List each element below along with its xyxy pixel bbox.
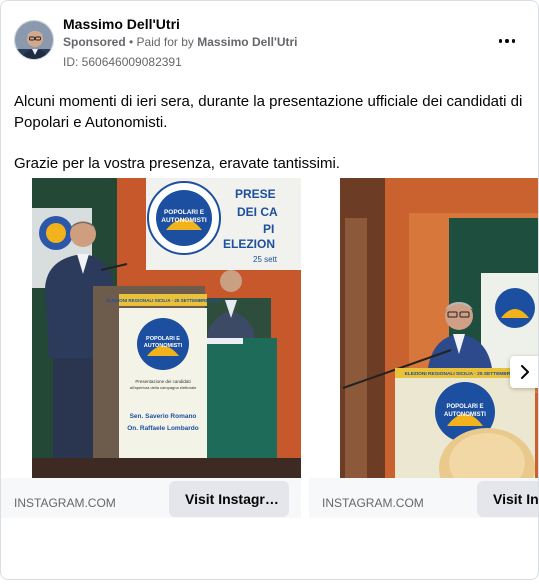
more-options-button[interactable] <box>493 29 521 53</box>
carousel-image-1[interactable]: POPOLARI E AUTONOMISTI PRESE DEI CA PI E… <box>1 178 301 478</box>
banner-logo-text: AUTONOMISTI <box>161 217 207 224</box>
podium-header-text: ELEZIONI REGIONALI SICILIA · 25 SETTEMBR… <box>106 298 220 303</box>
banner-text: PRESE <box>235 187 276 201</box>
carousel-card-2[interactable]: ELEZIONI REGIONALI SICILIA · 25 SETTEMBR… <box>309 178 538 518</box>
ad-post-card: Massimo Dell'Utri Sponsored • Paid for b… <box>0 0 539 580</box>
banner-text: PI <box>263 222 274 236</box>
podium-text: Sen. Saverio Romano <box>130 413 197 420</box>
banner-text: DEI CA <box>237 205 278 219</box>
banner-logo-text: POPOLARI E <box>164 209 205 216</box>
carousel-image-2[interactable]: ELEZIONI REGIONALI SICILIA · 25 SETTEMBR… <box>309 178 538 478</box>
carousel-next-button[interactable] <box>510 356 538 388</box>
visit-instagram-button-1[interactable]: Visit Instagr… <box>169 481 289 517</box>
podium-logo-text: AUTONOMISTI <box>144 343 183 349</box>
carousel-card-1[interactable]: POPOLARI E AUTONOMISTI PRESE DEI CA PI E… <box>1 178 301 518</box>
podium-text: all'apertura della campagna elettorale <box>130 385 197 390</box>
more-horizontal-icon <box>498 39 503 43</box>
podium-logo-text: AUTONOMISTI <box>444 412 486 418</box>
sponsored-label: Sponsored <box>63 35 126 49</box>
card-domain-2: INSTAGRAM.COM <box>322 496 424 510</box>
podium-header-text: ELEZIONI REGIONALI SICILIA · 25 SETTEMBR… <box>405 371 526 377</box>
meta-separator: • <box>125 35 137 49</box>
podium-text: Presentazione dei candidati <box>135 379 190 384</box>
banner-text: 25 sett <box>253 255 278 264</box>
banner-text: ELEZION <box>223 237 275 251</box>
event-photo-1: POPOLARI E AUTONOMISTI PRESE DEI CA PI E… <box>1 178 301 478</box>
ad-carousel: POPOLARI E AUTONOMISTI PRESE DEI CA PI E… <box>1 178 538 518</box>
sponsor-meta: Sponsored • Paid for by Massimo Dell'Utr… <box>63 35 297 49</box>
paid-for-prefix: Paid for by <box>136 35 194 49</box>
author-avatar[interactable] <box>14 20 54 60</box>
podium-logo-text: POPOLARI E <box>446 404 483 410</box>
post-body: Alcuni momenti di ieri sera, durante la … <box>14 91 524 174</box>
card-domain-1: INSTAGRAM.COM <box>14 496 116 510</box>
chevron-right-icon <box>521 365 529 379</box>
event-photo-2: ELEZIONI REGIONALI SICILIA · 25 SETTEMBR… <box>309 178 538 478</box>
paid-for-name: Massimo Dell'Utri <box>197 35 298 49</box>
ad-id: ID: 560646009082391 <box>63 55 182 69</box>
more-dot <box>505 39 509 43</box>
post-paragraph-1: Alcuni momenti di ieri sera, durante la … <box>14 93 523 131</box>
post-paragraph-2: Grazie per la vostra presenza, eravate t… <box>14 155 340 172</box>
podium-text: On. Raffaele Lombardo <box>127 425 199 432</box>
visit-instagram-button-2[interactable]: Visit Insta <box>477 481 538 517</box>
more-dot <box>511 39 516 43</box>
author-name[interactable]: Massimo Dell'Utri <box>63 16 180 32</box>
podium-logo-text: POPOLARI E <box>146 336 180 342</box>
author-photo <box>15 21 53 59</box>
